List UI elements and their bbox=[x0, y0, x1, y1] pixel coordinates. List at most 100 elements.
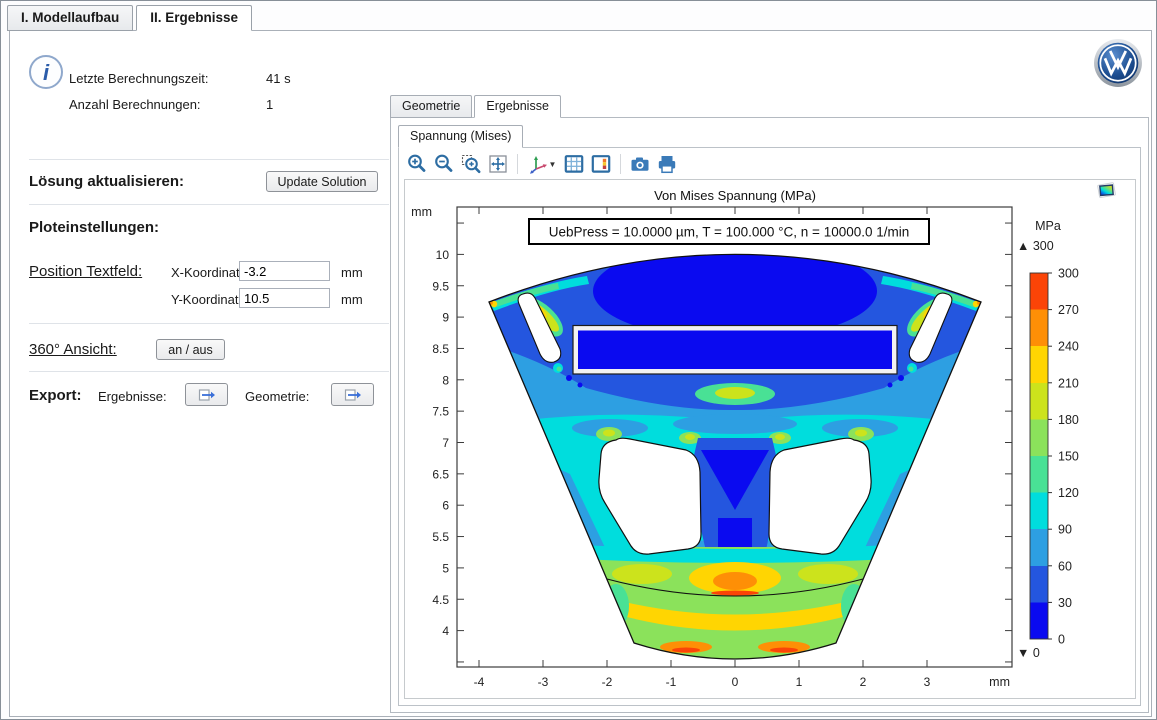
svg-text:9: 9 bbox=[442, 311, 449, 325]
grid-toggle-button[interactable] bbox=[562, 152, 586, 176]
grid-icon bbox=[563, 153, 585, 175]
x-unit-label: mm bbox=[341, 265, 363, 280]
export-results-button[interactable] bbox=[185, 383, 228, 406]
computation-count-value: 1 bbox=[266, 97, 273, 112]
print-button[interactable] bbox=[655, 152, 679, 176]
svg-text:0: 0 bbox=[732, 675, 739, 689]
toolbar-separator bbox=[620, 154, 621, 174]
last-computation-label: Letzte Berechnungszeit: bbox=[69, 71, 208, 86]
svg-text:7.5: 7.5 bbox=[432, 405, 449, 419]
svg-text:-2: -2 bbox=[602, 675, 613, 689]
svg-text:4.5: 4.5 bbox=[432, 593, 449, 607]
stress-field bbox=[452, 200, 1018, 668]
svg-text:0: 0 bbox=[1058, 633, 1065, 647]
svg-text:4: 4 bbox=[442, 624, 449, 638]
main-tab-bar: I. Modellaufbau II. Ergebnisse bbox=[7, 5, 255, 31]
svg-text:150: 150 bbox=[1058, 450, 1079, 464]
export-geometry-label: Geometrie: bbox=[245, 389, 309, 404]
svg-text:3: 3 bbox=[924, 675, 931, 689]
export-results-label: Ergebnisse: bbox=[98, 389, 167, 404]
axis-orientation-icon bbox=[528, 153, 550, 175]
section-divider bbox=[29, 204, 389, 205]
tab-spannung-mises[interactable]: Spannung (Mises) bbox=[398, 125, 523, 148]
colorbar: MPa ▲ 300 3002702402101801501209060300 ▼… bbox=[1017, 219, 1079, 660]
svg-text:8.5: 8.5 bbox=[432, 342, 449, 356]
svg-text:-1: -1 bbox=[666, 675, 677, 689]
x-axis-unit: mm bbox=[989, 675, 1010, 689]
chevron-down-icon: ▼ bbox=[549, 160, 557, 169]
magnet-bar bbox=[573, 326, 897, 375]
zoom-extents-icon bbox=[487, 153, 509, 175]
plot-annotation-box: UebPress = 10.0000 µm, T = 100.000 °C, n… bbox=[529, 219, 929, 244]
update-solution-button[interactable]: Update Solution bbox=[266, 171, 378, 192]
zoom-in-icon bbox=[406, 153, 428, 175]
zoom-extents-button[interactable] bbox=[486, 152, 510, 176]
x-coordinate-input[interactable] bbox=[239, 261, 330, 281]
y-coordinate-label: Y-Koordinate: bbox=[171, 292, 249, 307]
graphics-tab-bar: Geometrie Ergebnisse bbox=[390, 95, 563, 118]
view-360-toggle-button[interactable]: an / aus bbox=[156, 339, 225, 360]
svg-text:2: 2 bbox=[860, 675, 867, 689]
export-icon bbox=[198, 388, 216, 402]
color-legend-icon bbox=[590, 153, 612, 175]
tab-geometrie[interactable]: Geometrie bbox=[390, 95, 472, 118]
info-icon: i bbox=[28, 54, 64, 90]
computation-count-label: Anzahl Berechnungen: bbox=[69, 97, 201, 112]
section-divider bbox=[29, 323, 389, 324]
svg-text:-3: -3 bbox=[538, 675, 549, 689]
svg-text:-4: -4 bbox=[474, 675, 485, 689]
colorbar-max-marker: ▲ 300 bbox=[1017, 239, 1054, 253]
svg-text:5.5: 5.5 bbox=[432, 530, 449, 544]
svg-text:8: 8 bbox=[442, 373, 449, 387]
svg-text:240: 240 bbox=[1058, 340, 1079, 354]
svg-text:5: 5 bbox=[442, 561, 449, 575]
svg-text:270: 270 bbox=[1058, 303, 1079, 317]
plot-settings-heading: Ploteinstellungen: bbox=[29, 219, 159, 236]
svg-text:180: 180 bbox=[1058, 413, 1079, 427]
y-coordinate-input[interactable] bbox=[239, 288, 330, 308]
export-heading: Export: bbox=[29, 387, 82, 404]
plot-annotation-text: UebPress = 10.0000 µm, T = 100.000 °C, n… bbox=[549, 225, 910, 240]
zoom-in-button[interactable] bbox=[405, 152, 429, 176]
zoom-out-icon bbox=[433, 153, 455, 175]
tab-modellaufbau[interactable]: I. Modellaufbau bbox=[7, 5, 133, 31]
plot-thumbnail-icon[interactable] bbox=[1098, 183, 1116, 198]
vw-logo-icon bbox=[1093, 38, 1143, 88]
textfield-position-label: Position Textfeld: bbox=[29, 263, 142, 280]
toolbar-separator bbox=[517, 154, 518, 174]
svg-text:9.5: 9.5 bbox=[432, 279, 449, 293]
svg-text:6.5: 6.5 bbox=[432, 467, 449, 481]
svg-text:30: 30 bbox=[1058, 596, 1072, 610]
zoom-box-icon bbox=[460, 153, 482, 175]
y-axis-unit: mm bbox=[411, 205, 432, 219]
svg-text:120: 120 bbox=[1058, 486, 1079, 500]
plot-tab-bar: Spannung (Mises) bbox=[398, 125, 525, 148]
tab-graphics-ergebnisse[interactable]: Ergebnisse bbox=[474, 95, 561, 118]
svg-text:210: 210 bbox=[1058, 376, 1079, 390]
svg-text:90: 90 bbox=[1058, 523, 1072, 537]
color-legend-toggle-button[interactable] bbox=[589, 152, 613, 176]
svg-text:10: 10 bbox=[436, 248, 450, 262]
stress-plot-canvas[interactable]: Von Mises Spannung (MPa) bbox=[405, 180, 1135, 698]
svg-text:7: 7 bbox=[442, 436, 449, 450]
zoom-box-button[interactable] bbox=[459, 152, 483, 176]
plot-title: Von Mises Spannung (MPa) bbox=[654, 188, 816, 203]
svg-text:1: 1 bbox=[796, 675, 803, 689]
view-360-label: 360° Ansicht: bbox=[29, 341, 117, 358]
snapshot-button[interactable] bbox=[628, 152, 652, 176]
zoom-out-button[interactable] bbox=[432, 152, 456, 176]
graphics-area: Von Mises Spannung (MPa) bbox=[404, 179, 1136, 699]
last-computation-value: 41 s bbox=[266, 71, 291, 86]
export-geometry-button[interactable] bbox=[331, 383, 374, 406]
update-solution-heading: Lösung aktualisieren: bbox=[29, 173, 184, 190]
export-icon bbox=[344, 388, 362, 402]
tab-ergebnisse[interactable]: II. Ergebnisse bbox=[136, 5, 252, 31]
svg-text:6: 6 bbox=[442, 499, 449, 513]
axis-orientation-button[interactable]: ▼ bbox=[525, 152, 559, 176]
camera-icon bbox=[629, 153, 651, 175]
svg-text:60: 60 bbox=[1058, 559, 1072, 573]
section-divider bbox=[29, 371, 389, 372]
colorbar-unit: MPa bbox=[1035, 219, 1061, 233]
svg-text:i: i bbox=[43, 60, 50, 85]
svg-text:300: 300 bbox=[1058, 267, 1079, 281]
